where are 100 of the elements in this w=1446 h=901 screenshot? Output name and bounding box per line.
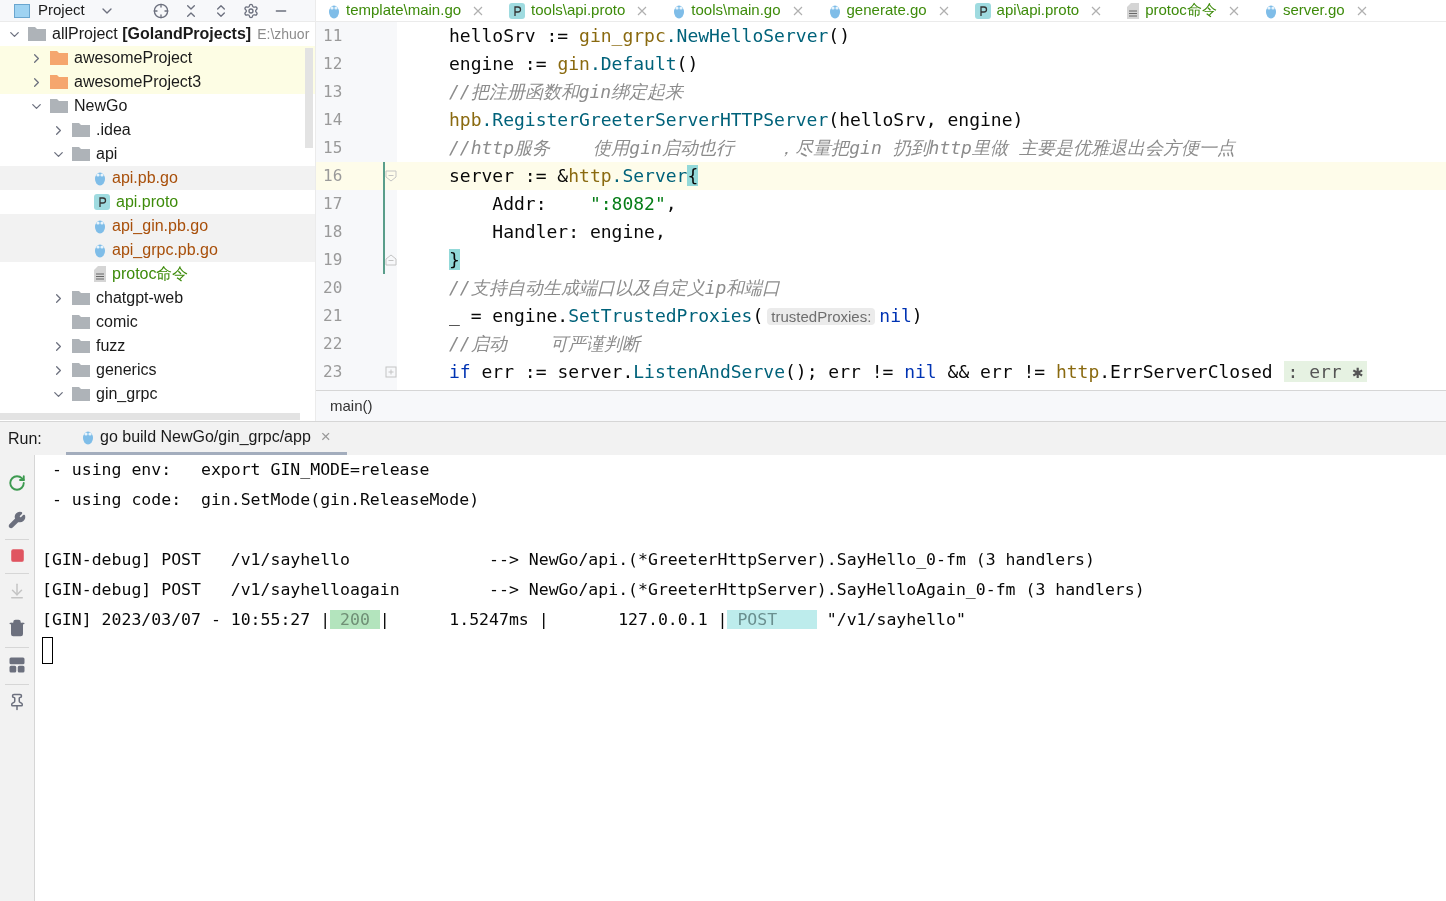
folder-icon	[50, 99, 68, 113]
console-line: - using env: export GIN_MODE=release	[50, 459, 430, 481]
tree-item-label: NewGo	[74, 96, 128, 116]
tree-item[interactable]: protoc命令	[0, 262, 315, 286]
go-file-icon	[94, 218, 106, 234]
tree-item-label: protoc命令	[112, 264, 189, 284]
code-line: hpb.RegisterGreeterServerHTTPServer(helloSrv, engine)	[449, 108, 1024, 132]
text-file-icon	[94, 266, 106, 282]
tree-item[interactable]: api_grpc.pb.go	[0, 238, 315, 262]
locate-icon[interactable]	[152, 2, 169, 19]
tree-item[interactable]: api.proto	[0, 190, 315, 214]
tree-item-label: awesomeProject3	[74, 72, 202, 92]
tab-label: tools\api.proto	[531, 0, 626, 21]
code-line: engine := gin.Default()	[449, 52, 699, 76]
scrollbar[interactable]	[0, 413, 300, 420]
tree-item-label: fuzz	[96, 336, 126, 356]
tree-item-label: api_grpc.pb.go	[112, 240, 218, 260]
editor-tab[interactable]: tools\api.proto	[509, 0, 648, 22]
run-tab-label: go build NewGo/gin_grpc/app	[100, 427, 311, 447]
line-number: 17	[323, 193, 343, 215]
tree-item-label: api.proto	[116, 192, 179, 212]
tree-item-label: gin_grpc	[96, 384, 158, 404]
tree-item[interactable]: allProject [GolandProjects] E:\zhuor	[0, 22, 315, 46]
tree-item-label: comic	[96, 312, 138, 332]
tree-item[interactable]: NewGo	[0, 94, 315, 118]
tree-item-label: chatgpt-web	[96, 288, 184, 308]
tab-label: template\main.go	[346, 0, 462, 21]
editor-tab[interactable]: protoc命令	[1127, 0, 1239, 22]
code-line: if err := server.ListenAndServe(); err != nil && err != http.ErrServerClosed : err ✱	[449, 359, 1368, 385]
line-number: 20	[323, 277, 343, 299]
tree-item[interactable]: comic	[0, 310, 315, 334]
tree-item-label: .idea	[96, 120, 131, 140]
code-line: //启动 可严谨判断	[449, 332, 641, 356]
proto-file-icon	[94, 194, 110, 210]
stop-icon[interactable]	[9, 548, 25, 563]
folder-icon	[28, 27, 46, 41]
go-file-icon	[94, 170, 106, 186]
code-line: server := &http.Server{	[449, 164, 699, 188]
tree-item-path: E:\zhuor	[257, 24, 310, 44]
tree-item[interactable]: api	[0, 142, 315, 166]
folder-icon	[72, 363, 90, 377]
folder-icon	[72, 123, 90, 137]
tab-label: server.go	[1282, 0, 1345, 21]
console-line: [GIN-debug] POST /v1/sayhelloagain --> NewGo/api.(*GreeterHttpServer).SayHelloAgain_0-fm (3 handlers)	[42, 579, 1145, 601]
folder-icon	[72, 339, 90, 353]
scrollbar[interactable]	[305, 48, 313, 148]
tree-item[interactable]: api_gin.pb.go	[0, 214, 315, 238]
editor-tab[interactable]: template\main.go	[328, 0, 484, 22]
trash-icon[interactable]	[8, 619, 26, 637]
console-line: - using code: gin.SetMode(gin.ReleaseMode)	[50, 489, 480, 511]
run-label: Run:	[8, 428, 43, 449]
tree-item-label: allProject [GolandProjects]	[52, 24, 252, 44]
editor-tab[interactable]: api\api.proto	[974, 0, 1102, 22]
code-line: //支持自动生成端口以及自定义ip和端口	[449, 276, 781, 300]
console-line: [GIN] 2023/03/07 - 10:55:27 | 200 | 1.5247ms | 127.0.0.1 | POST "/v1/sayhello"	[42, 609, 966, 631]
tab-label: tools\main.go	[691, 0, 781, 21]
text-cursor	[42, 636, 53, 664]
code-line: Addr: ":8082",	[491, 192, 677, 216]
folder-icon	[72, 387, 90, 401]
settings-icon[interactable]	[242, 2, 259, 19]
line-number: 13	[323, 81, 343, 103]
go-file-icon	[94, 242, 106, 258]
tree-item[interactable]: api.pb.go	[0, 166, 315, 190]
editor-tab[interactable]: server.go	[1264, 0, 1367, 22]
tree-item[interactable]: gin_grpc	[0, 382, 315, 406]
line-number: 16	[323, 165, 343, 187]
folder-icon	[72, 315, 90, 329]
tree-item-label: api.pb.go	[112, 168, 178, 188]
tree-item[interactable]: fuzz	[0, 334, 315, 358]
proto-file-icon	[509, 2, 526, 19]
panel-title[interactable]: Project	[38, 0, 85, 22]
folder-icon	[72, 147, 90, 161]
tab-label: protoc命令	[1145, 0, 1217, 21]
tree-item-label: awesomeProject	[74, 48, 193, 68]
breadcrumb[interactable]: main()	[330, 394, 373, 418]
console-line: [GIN-debug] POST /v1/sayhello --> NewGo/api.(*GreeterHttpServer).SayHello_0-fm (3 handlers)	[42, 549, 1095, 571]
tree-item-label: generics	[96, 360, 157, 380]
tree-item[interactable]: chatgpt-web	[0, 286, 315, 310]
tab-label: generate.go	[846, 0, 927, 21]
line-number: 18	[323, 221, 343, 243]
project-icon	[14, 3, 30, 18]
tree-item[interactable]: awesomeProject3	[0, 70, 315, 94]
run-tab[interactable]: go build NewGo/gin_grpc/app ×	[66, 422, 347, 455]
editor-tab[interactable]: generate.go	[828, 0, 949, 22]
layout-icon[interactable]	[8, 656, 26, 674]
tree-item[interactable]: awesomeProject	[0, 46, 315, 70]
line-number: 12	[323, 53, 343, 75]
text-file-icon	[1127, 2, 1140, 19]
pin-icon[interactable]	[8, 693, 26, 711]
line-number: 22	[323, 333, 343, 355]
folder-icon	[50, 75, 68, 89]
line-number: 11	[323, 25, 343, 47]
code-line: Handler: engine,	[491, 220, 666, 244]
tree-item[interactable]: .idea	[0, 118, 315, 142]
wrench-icon[interactable]	[8, 511, 26, 529]
code-line: helloSrv := gin_grpc.NewHelloServer()	[449, 24, 850, 48]
tree-item-label: api	[96, 144, 118, 164]
editor-tab[interactable]: tools\main.go	[673, 0, 803, 22]
tree-item[interactable]: generics	[0, 358, 315, 382]
rerun-icon[interactable]	[8, 474, 26, 492]
